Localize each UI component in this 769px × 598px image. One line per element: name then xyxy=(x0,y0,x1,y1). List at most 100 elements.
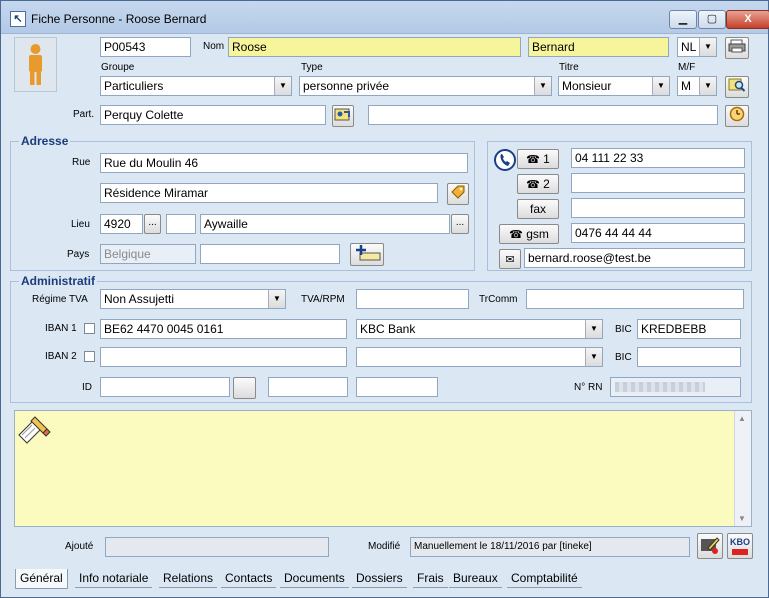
rue-label: Rue xyxy=(72,157,91,168)
bic1-label: BIC xyxy=(615,324,632,335)
phone-handset-icon: ☎ xyxy=(526,179,540,191)
mf-label: M/F xyxy=(678,62,696,73)
iban2-field[interactable] xyxy=(100,347,347,367)
tel2-button[interactable]: ☎ 2 xyxy=(517,174,559,194)
tva-rpm-field[interactable] xyxy=(356,289,469,309)
tel1-label: 1 xyxy=(543,152,550,166)
tel1-field[interactable]: 04 111 22 33 xyxy=(571,148,745,168)
iban2-label: IBAN 2 xyxy=(45,351,77,362)
titre-select[interactable]: Monsieur ▼ xyxy=(558,76,670,96)
maximize-button[interactable]: ▢ xyxy=(698,10,726,29)
code-postal-field[interactable]: 4920 xyxy=(100,214,143,234)
fax-field[interactable] xyxy=(571,198,745,218)
person-avatar[interactable] xyxy=(14,37,57,92)
partner-card-icon xyxy=(334,108,350,121)
tab-documents[interactable]: Documents xyxy=(280,569,349,588)
phone-icon xyxy=(494,149,516,171)
tab-dossiers[interactable]: Dossiers xyxy=(352,569,407,588)
tel2-field[interactable] xyxy=(571,173,745,193)
fax-button[interactable]: fax xyxy=(517,199,559,219)
nom-field[interactable]: Roose xyxy=(228,37,521,57)
partenaire-extra-field[interactable] xyxy=(368,105,718,125)
adresse-title: Adresse xyxy=(19,134,71,148)
add-address-button[interactable] xyxy=(350,243,384,266)
bank1-select[interactable]: KBC Bank ▼ xyxy=(356,319,603,339)
id3-field[interactable] xyxy=(356,377,438,397)
ajoute-label: Ajouté xyxy=(65,541,94,552)
iban2-checkbox[interactable] xyxy=(84,351,95,362)
print-button[interactable] xyxy=(725,37,749,59)
tab-frais[interactable]: Frais xyxy=(413,569,448,588)
rue2-field[interactable]: Résidence Miramar xyxy=(100,183,438,203)
printer-icon xyxy=(728,39,746,53)
type-select[interactable]: personne privée ▼ xyxy=(299,76,552,96)
address-tag-button[interactable] xyxy=(447,183,469,205)
bic1-field[interactable]: KREDBEBB xyxy=(637,319,741,339)
iban1-field[interactable]: BE62 4470 0045 0161 xyxy=(100,319,347,339)
lookup-button[interactable] xyxy=(725,76,749,98)
minimize-button[interactable]: ▁ xyxy=(669,10,697,29)
administratif-title: Administratif xyxy=(19,274,98,288)
mf-select[interactable]: M ▼ xyxy=(677,76,717,96)
titre-label: Titre xyxy=(559,62,579,73)
gsm-button[interactable]: ☎ gsm xyxy=(499,224,559,244)
fiche-personne-window: ↖ Fiche Personne - Roose Bernard ▁ ▢ X P… xyxy=(0,0,769,598)
id1-field[interactable] xyxy=(100,377,230,397)
person-id-field[interactable]: P00543 xyxy=(100,37,191,57)
tab-info-notariale[interactable]: Info notariale xyxy=(75,569,153,588)
kbo-button[interactable]: KBO xyxy=(727,533,753,559)
tab-contacts[interactable]: Contacts xyxy=(221,569,277,588)
trcomm-field[interactable] xyxy=(526,289,744,309)
tab-comptabilite[interactable]: Comptabilité xyxy=(507,569,582,588)
title-bar: ↖ Fiche Personne - Roose Bernard ▁ ▢ X xyxy=(1,1,769,34)
type-value: personne privée xyxy=(303,79,390,93)
clock-icon xyxy=(729,106,745,122)
langue-value: NL xyxy=(681,40,697,54)
gsm-label: gsm xyxy=(526,227,549,241)
notes-scrollbar[interactable]: ▲ ▼ xyxy=(734,411,751,526)
lieu-label: Lieu xyxy=(71,219,90,230)
person-icon xyxy=(29,44,42,85)
code-postal-lookup-button[interactable]: ... xyxy=(144,214,161,234)
partner-link-button[interactable] xyxy=(332,105,354,127)
scroll-down-icon[interactable]: ▼ xyxy=(738,514,746,523)
tel1-button[interactable]: ☎ 1 xyxy=(517,149,559,169)
kbo-flag-icon xyxy=(732,549,748,555)
add-envelope-icon xyxy=(356,245,381,261)
titre-value: Monsieur xyxy=(562,79,612,93)
iban1-checkbox[interactable] xyxy=(84,323,95,334)
partenaire-field[interactable]: Perquy Colette xyxy=(100,105,326,125)
langue-select[interactable]: NL ▼ xyxy=(677,37,717,57)
pays-field[interactable]: Belgique xyxy=(100,244,196,264)
scroll-up-icon[interactable]: ▲ xyxy=(738,414,746,423)
notes-pencil-icon xyxy=(17,413,51,445)
chevron-down-icon: ▼ xyxy=(699,77,716,95)
regime-tva-value: Non Assujetti xyxy=(104,292,175,306)
rue-field[interactable]: Rue du Moulin 46 xyxy=(100,153,468,173)
notes-area[interactable]: ▲ ▼ xyxy=(14,410,752,527)
localite-field[interactable]: Aywaille xyxy=(200,214,450,234)
pays-extra-field[interactable] xyxy=(200,244,340,264)
regime-tva-select[interactable]: Non Assujetti ▼ xyxy=(100,289,286,309)
localite-lookup-button[interactable]: ... xyxy=(451,214,469,234)
rn-field[interactable] xyxy=(610,377,741,397)
tab-general[interactable]: Général xyxy=(15,569,68,589)
email-button[interactable]: ✉ xyxy=(499,249,521,269)
prenom-field[interactable]: Bernard xyxy=(528,37,669,57)
email-field[interactable]: bernard.roose@test.be xyxy=(524,248,745,268)
close-button[interactable]: X xyxy=(726,10,769,29)
gsm-field[interactable]: 0476 44 44 44 xyxy=(571,223,745,243)
id2-field[interactable] xyxy=(268,377,348,397)
lieu-extra-field[interactable] xyxy=(166,214,196,234)
modifie-field: Manuellement le 18/11/2016 par [tineke] xyxy=(410,537,690,557)
id-scan-button[interactable] xyxy=(233,377,256,399)
chevron-down-icon: ▼ xyxy=(585,348,602,366)
bic2-field[interactable] xyxy=(637,347,741,367)
history-button[interactable] xyxy=(725,105,749,127)
tab-bureaux[interactable]: Bureaux xyxy=(449,569,502,588)
bank2-select[interactable]: ▼ xyxy=(356,347,603,367)
tab-relations[interactable]: Relations xyxy=(159,569,218,588)
groupe-select[interactable]: Particuliers ▼ xyxy=(100,76,292,96)
edit-record-button[interactable] xyxy=(697,533,723,559)
magnifier-icon xyxy=(728,78,746,92)
